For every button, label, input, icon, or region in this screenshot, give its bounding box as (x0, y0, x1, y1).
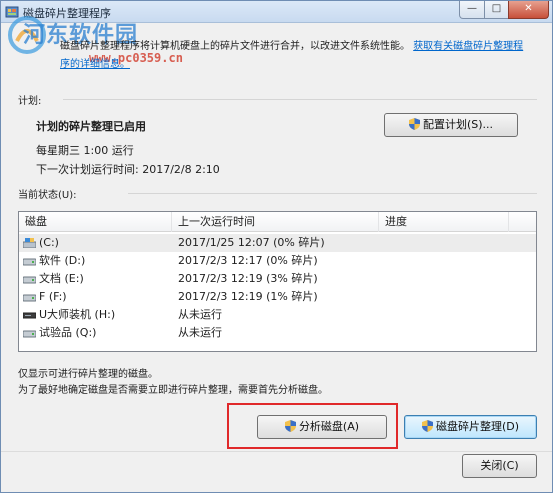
disk-name: (C:) (39, 236, 59, 249)
disk-row[interactable]: 文档 (E:) 2017/2/3 12:19 (3% 碎片) (19, 270, 536, 288)
shield-icon (408, 118, 420, 130)
hard-drive-icon (23, 258, 36, 266)
disk-name: U大师装机 (H:) (39, 308, 116, 321)
configure-schedule-button[interactable]: 配置计划(S)... (384, 113, 518, 137)
description-text: 磁盘碎片整理程序将计算机硬盘上的碎片文件进行合并，以改进文件系统性能。 (60, 41, 410, 52)
disk-row[interactable]: 试验品 (Q:) 从未运行 (19, 324, 536, 342)
defragment-disk-button[interactable]: 磁盘碎片整理(D) (404, 415, 537, 439)
column-last-run[interactable]: 上一次运行时间 (172, 212, 379, 232)
help-link[interactable]: 获取有关磁盘碎片整理程 (413, 41, 523, 52)
note-defraggable-only: 仅显示可进行碎片整理的磁盘。 (18, 369, 158, 380)
hard-drive-icon (23, 330, 36, 338)
disk-row[interactable]: U大师装机 (H:) 从未运行 (19, 306, 536, 324)
analyze-disk-button[interactable]: 分析磁盘(A) (257, 415, 387, 439)
disk-last-run: 从未运行 (178, 308, 222, 321)
close-button[interactable]: 关闭(C) (462, 454, 537, 478)
disk-row[interactable]: 软件 (D:) 2017/2/3 12:17 (0% 碎片) (19, 252, 536, 270)
disk-row[interactable]: (C:) 2017/1/25 12:07 (0% 碎片) (19, 234, 536, 252)
disk-name: F (F:) (39, 290, 67, 303)
schedule-divider (63, 99, 537, 100)
hard-drive-icon (23, 276, 36, 284)
analyze-disk-label: 分析磁盘(A) (298, 420, 360, 433)
disk-last-run: 2017/1/25 12:07 (0% 碎片) (178, 236, 325, 249)
disk-row[interactable]: F (F:) 2017/2/3 12:19 (1% 碎片) (19, 288, 536, 306)
description: 磁盘碎片整理程序将计算机硬盘上的碎片文件进行合并，以改进文件系统性能。 获取有关… (60, 39, 550, 55)
shield-icon (284, 420, 296, 432)
status-divider (128, 193, 537, 194)
disk-list-header: 磁盘 上一次运行时间 进度 (19, 212, 536, 232)
footer-divider (1, 451, 552, 452)
current-status-label: 当前状态(U): (18, 190, 77, 201)
disk-name: 软件 (D:) (39, 254, 86, 267)
configure-schedule-label: 配置计划(S)... (422, 118, 494, 131)
disk-last-run: 2017/2/3 12:17 (0% 碎片) (178, 254, 318, 267)
note-analyze-first: 为了最好地确定磁盘是否需要立即进行碎片整理，需要首先分析磁盘。 (18, 385, 328, 396)
disk-name: 文档 (E:) (39, 272, 84, 285)
shield-icon (421, 420, 433, 432)
close-window-button[interactable]: ✕ (508, 1, 549, 19)
help-link-continued[interactable]: 序的详细信息。 (60, 55, 130, 70)
disk-list[interactable]: 磁盘 上一次运行时间 进度 (C:) 2017/1/25 12:07 (0% 碎… (18, 211, 537, 352)
disk-last-run: 从未运行 (178, 326, 222, 339)
maximize-button[interactable]: □ (484, 1, 509, 19)
minimize-button[interactable]: — (459, 1, 485, 19)
disk-last-run: 2017/2/3 12:19 (1% 碎片) (178, 290, 318, 303)
usb-drive-icon (23, 312, 36, 319)
defragment-disk-label: 磁盘碎片整理(D) (435, 420, 520, 433)
schedule-frequency: 每星期三 1:00 运行 (36, 144, 134, 157)
disk-last-run: 2017/2/3 12:19 (3% 碎片) (178, 272, 318, 285)
hard-drive-icon (23, 294, 36, 302)
column-disk[interactable]: 磁盘 (19, 212, 172, 232)
defrag-window: 磁盘碎片整理程序 — □ ✕ 河东软件园 www.pc0359.cn 磁盘碎片整… (0, 0, 553, 493)
schedule-next-run: 下一次计划运行时间: 2017/2/8 2:10 (36, 163, 220, 176)
disk-name: 试验品 (Q:) (39, 326, 97, 339)
column-progress[interactable]: 进度 (379, 212, 509, 232)
schedule-status-title: 计划的碎片整理已启用 (36, 120, 146, 133)
system-drive-icon (23, 238, 36, 248)
schedule-section-label: 计划: (18, 96, 42, 107)
